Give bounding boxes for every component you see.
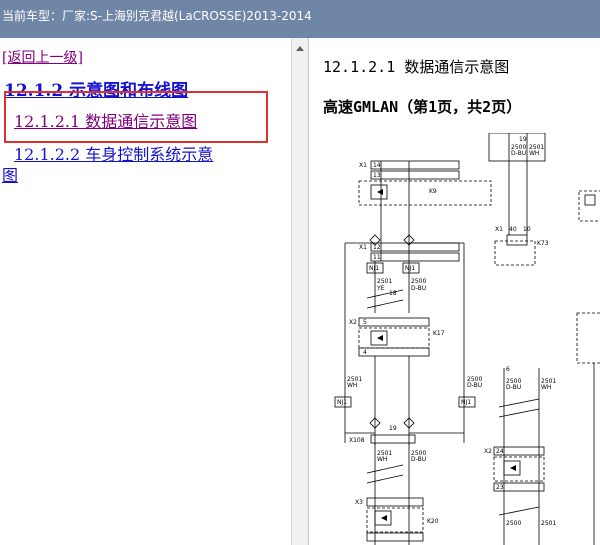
label-dbu-b: D-BU (511, 150, 526, 157)
label-4: 4 (363, 349, 367, 356)
label-6: 6 (506, 366, 510, 373)
label-wh-b: WH (529, 150, 539, 157)
label-x3: X3 (355, 499, 363, 506)
page-title: 12.1.2.1 数据通信示意图 (323, 58, 510, 76)
content-pane: 12.1.2.1 数据通信示意图 高速GMLAN（第1页，共2页） X1 14 … (308, 38, 600, 545)
page-subtitle: 高速GMLAN（第1页，共2页） (323, 98, 522, 116)
label-x2-right: X2 (484, 448, 492, 455)
label-nj1-b: NJ1 (405, 265, 415, 272)
label-24: 24 (496, 448, 504, 455)
label-11: 11 (373, 254, 381, 261)
label-k9: K9 (429, 188, 437, 195)
label-18: 18 (389, 290, 397, 297)
window-title: 当前车型：厂家:S-上海别克君越(LaCROSSE)2013-2014 (0, 0, 600, 38)
label-dbu-d: D-BU (411, 456, 426, 463)
label-12: 12 (373, 244, 381, 251)
label-k17: K17 (433, 330, 445, 337)
label-2501-f: 2501 (541, 520, 556, 527)
label-dbu-a: D-BU (411, 285, 426, 292)
label-nj1-c: NJ1 (337, 399, 347, 406)
scroll-up-icon[interactable] (296, 46, 304, 51)
body-control-link-line2: 图 (2, 166, 19, 185)
label-x2: X2 (349, 319, 357, 326)
label-2500-f: 2500 (506, 520, 521, 527)
label-x108: X108 (349, 437, 365, 444)
label-ye: YE (376, 285, 385, 292)
label-23: 23 (496, 484, 504, 491)
body-control-link[interactable]: 12.1.2.2 车身控制系统示意 图 (2, 144, 287, 186)
label-19-b: 19 (389, 425, 397, 432)
label-nj1-d: NJ1 (461, 399, 471, 406)
label-13: 13 (373, 172, 381, 179)
wiring-diagram: X1 14 13 X1 12 11 K9 NJ1 NJ1 2501 YE 250… (334, 133, 600, 545)
label-14: 14 (373, 162, 381, 169)
nav-pane: [返回上一级] 12.1.2 示意图和布线图 12.1.2.1 数据通信示意图 … (0, 38, 291, 545)
label-x1-mid: X1 (359, 244, 367, 251)
nav-scrollbar[interactable] (291, 38, 308, 545)
label-10: 10 (523, 226, 531, 233)
label-x1-top: X1 (359, 162, 367, 169)
label-dbu-c: D-BU (467, 382, 482, 389)
label-wh-d: WH (377, 456, 387, 463)
active-item-link[interactable]: 12.1.2.1 数据通信示意图 (14, 108, 197, 132)
back-link[interactable]: [返回上一级] (2, 47, 83, 67)
label-x1-right: X1 (495, 226, 503, 233)
label-nj1-a: NJ1 (369, 265, 379, 272)
label-k20: K20 (427, 518, 439, 525)
label-5: 5 (363, 319, 367, 326)
label-dbu-e: D-BU (506, 384, 521, 391)
label-2500-a: 2500 (411, 278, 426, 285)
label-19: 19 (519, 136, 527, 143)
label-wh-c: WH (347, 382, 357, 389)
label-wh-e: WH (541, 384, 551, 391)
label-40: 40 (509, 226, 517, 233)
label-2501-a: 2501 (377, 278, 392, 285)
body-control-link-line1: 12.1.2.2 车身控制系统示意 (14, 145, 214, 164)
label-k73: K73 (537, 240, 549, 247)
